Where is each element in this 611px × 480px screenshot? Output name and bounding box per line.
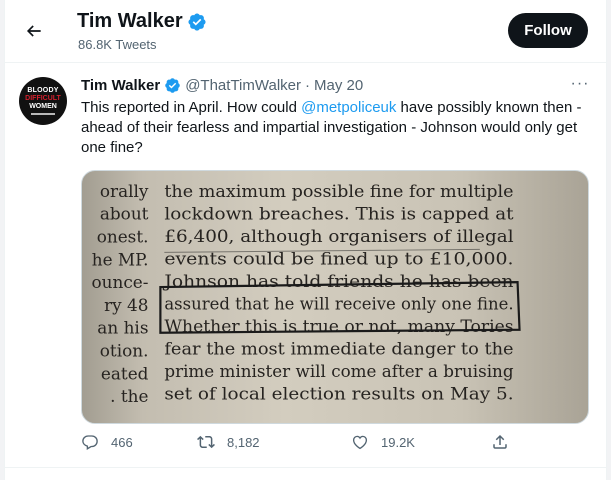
clipping-line-right: fear the most immediate danger to the [164, 338, 513, 358]
verified-badge-icon [164, 77, 181, 94]
clipping-line-left: he MP. [92, 249, 149, 269]
profile-name-text: Tim Walker [77, 10, 183, 32]
clipping-line-left: about [100, 204, 149, 224]
share-action[interactable] [491, 433, 509, 451]
clipping-line-left: eated [101, 363, 149, 383]
share-icon [493, 434, 507, 449]
clipping-line-right: £6,400, although organisers of illegal [164, 226, 513, 246]
clipping-line-right: set of local election results on May 5. [164, 383, 513, 403]
retweet-count: 8,182 [227, 434, 260, 450]
avatar-logo-line: BLOODY [27, 87, 59, 94]
tweet-date[interactable]: May 20 [314, 77, 363, 94]
tweet-handle[interactable]: @ThatTimWalker [185, 77, 301, 94]
tweet-author[interactable]: Tim Walker [81, 77, 160, 94]
clipping-line-left: orally [100, 181, 149, 201]
retweet-action[interactable]: 8,182 [197, 433, 260, 451]
avatar-logo-line: WOMEN [29, 103, 57, 110]
reply-action[interactable]: 466 [81, 433, 133, 451]
clipping-line-right: the maximum possible fine for multiple [164, 181, 513, 201]
newspaper-clipping: orally aboutonest. he MP. ounce-ry 48 an his… [91, 181, 521, 406]
clipping-line-right: assured that he will receive only one fi… [164, 293, 513, 313]
clipping-line-right: prime minister will come after a bruisin… [164, 361, 513, 381]
avatar-logo-rule [31, 113, 55, 115]
clipping-line-left: . the [110, 386, 148, 406]
clipping-line-right: events could be fined up to £10,000. [164, 248, 513, 268]
verified-badge-icon [187, 12, 207, 32]
like-count: 19.2K [381, 434, 415, 450]
meta-separator: · [305, 77, 310, 94]
clipping-line-right: lockdown breaches. This is capped at [164, 203, 513, 223]
clipping-line-left: ounce- [91, 272, 148, 292]
retweet-icon [197, 435, 215, 449]
clipping-line-right: Johnson has told friends he has been [162, 271, 514, 291]
tweet-text: This reported in April. How could @metpo… [81, 98, 596, 158]
tweet-text-part: This reported in April. How could [81, 99, 302, 116]
mention-link[interactable]: @metpoliceuk [301, 99, 396, 116]
clipping-line-left: an his [97, 318, 148, 338]
tweet-image[interactable]: orally about onest. he MP. ounce-ry 48 an his… [81, 170, 589, 424]
tweet-actions: 466 8,182 19.2K [81, 433, 521, 457]
tweet-page: Tim Walker 86.8K Tweets Follow BLOODY DI… [4, 0, 607, 480]
profile-name: Tim Walker [77, 10, 207, 33]
tweet[interactable]: BLOODY DIFFICULT WOMEN Tim Walker @ThatT… [5, 62, 606, 468]
back-button[interactable] [17, 14, 51, 48]
profile-header: Tim Walker 86.8K Tweets Follow [5, 0, 606, 62]
more-options-button[interactable]: ··· [567, 75, 593, 95]
clipping-line-left: onest. [97, 226, 149, 246]
avatar-logo-line: DIFFICULT [25, 95, 61, 102]
right-column: the maximum possible fine for multiplelo… [162, 181, 514, 404]
heart-icon [352, 435, 368, 450]
arrow-left-icon [26, 25, 41, 37]
tweet-count: 86.8K Tweets [78, 37, 157, 52]
follow-button[interactable]: Follow [508, 13, 588, 48]
like-action[interactable]: 19.2K [351, 433, 415, 451]
clipping-line-left: otion. [100, 341, 149, 361]
avatar[interactable]: BLOODY DIFFICULT WOMEN [19, 77, 67, 125]
reply-count: 466 [111, 434, 133, 450]
reply-icon [82, 435, 98, 450]
left-column: orally aboutonest. he MP. ounce-ry 48 an his… [91, 181, 148, 406]
clipping-line-left: ry 48 [104, 295, 148, 315]
tweet-header: Tim Walker @ThatTimWalker · May 20 [81, 77, 363, 94]
